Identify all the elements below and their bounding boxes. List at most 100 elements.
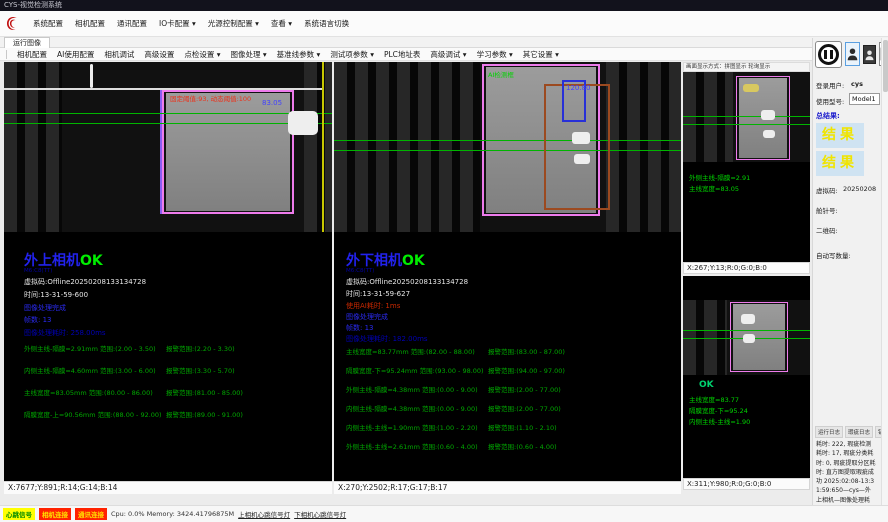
cursor-coords-lower: X:270;Y:2502;R:17;G:17;B:17 [334, 481, 681, 494]
lower-camera-heartbeat-text: 下相机心跳信号灯 [294, 509, 346, 519]
login-user-value[interactable]: cys [851, 80, 863, 88]
bright-chip [743, 84, 759, 92]
frame-count-line: 帧数: 13 [346, 323, 374, 333]
toolbar-item[interactable]: 高级设置 [139, 48, 179, 61]
toolbar-item[interactable]: 相机配置 [12, 48, 52, 61]
scrollbar-thumb[interactable] [883, 40, 888, 92]
cpu-memory-text: Cpu: 0.0% Memory: 3424.41796875M [111, 510, 234, 518]
toolbar-items: 相机配置AI使用配置相机调试高级设置点检设置 ▾图像处理 ▾基准线参数 ▾测试项… [12, 48, 564, 61]
tab-bar: 运行图像 [0, 37, 888, 48]
machine-slats [606, 62, 681, 232]
measurement-row: 外侧主线-主线=2.61mm 范围:(0.60 - 4.00) 报警范围:(0.… [346, 441, 676, 460]
window-title: CYS-视觉检测系统 [4, 1, 62, 9]
measurement-row: 隔膜宽度-上=90.56mm 范围:(88.00 - 92.00) 报警范围:(… [24, 409, 324, 431]
toolbar-item[interactable]: 点检设置 ▾ [179, 48, 225, 61]
process-done-line: 图像处理完成 [24, 303, 66, 313]
baseline-green [683, 116, 810, 117]
menu-bar: 系统配置相机配置通讯配置IO卡配置 ▾光源控制配置 ▾查看 ▾系统语言切换 [0, 11, 888, 37]
menu-items: 系统配置相机配置通讯配置IO卡配置 ▾光源控制配置 ▾查看 ▾系统语言切换 [27, 15, 355, 32]
baseline-green [334, 150, 681, 151]
toolbar-item[interactable]: 其它设置 ▾ [518, 48, 564, 61]
toolbar-item[interactable]: 高级调试 ▾ [425, 48, 471, 61]
measurement-list: 外侧主线-隔膜=2.91mm 范围:(2.00 - 3.50) 报警范围:(2.… [24, 343, 324, 431]
menu-item[interactable]: 查看 ▾ [265, 15, 298, 32]
camera-image-upper[interactable]: 固定阈值:93, 动态阈值:100 83.05 [4, 62, 332, 232]
result-ok-badge: OK [402, 253, 425, 269]
cursor-coords-upper: X:7677;Y:891;R:14;G:14;B:14 [4, 481, 332, 494]
frame-count-line: 帧数: 13 [24, 315, 52, 325]
measurement-list: 主线宽度=83.77mm 范围:(82.00 - 88.00) 报警范围:(83… [346, 346, 676, 460]
measurement-row: 主线宽度=83.05mm 范围:(80.00 - 86.00) 报警范围:(81… [24, 387, 324, 409]
model-select[interactable]: Model1 [849, 93, 880, 105]
menu-item[interactable]: 光源控制配置 ▾ [202, 15, 265, 32]
thumb-image-top[interactable] [683, 72, 810, 162]
person-icon [847, 47, 858, 61]
app-window: CYS-视觉检测系统 系统配置相机配置通讯配置IO卡配置 ▾光源控制配置 ▾查看… [0, 0, 888, 522]
log-tabs: 运行日志瑕疵日志错误日志 [815, 426, 888, 438]
menu-item[interactable]: IO卡配置 ▾ [153, 15, 202, 32]
measurement-row: 内侧主线-主线=1.90mm 范围:(1.00 - 2.20) 报警范围:(1.… [346, 422, 676, 441]
result-display-2: 结果 [816, 151, 864, 176]
time-line: 时间:13-31-59-627 [346, 289, 410, 299]
measurement-alarm: 报警范围:(2.00 - 77.00) [488, 384, 561, 394]
measurement-text: 外侧主线-主线=2.61mm 范围:(0.60 - 4.00) [346, 443, 478, 451]
thumb-ok-badge: OK [699, 380, 714, 390]
virtual-code-line: 虚拟码:Offline20250208133134728 [346, 277, 468, 287]
measurement-row: 隔膜宽度-下=95.24mm 范围:(93.00 - 98.00) 报警范围:(… [346, 365, 676, 384]
toolbar-item[interactable]: AI使用配置 [52, 48, 99, 61]
status-bar: 心跳信号 相机连接 通讯连接 Cpu: 0.0% Memory: 3424.41… [0, 505, 888, 522]
measurement-text: 内侧主线-主线=1.90mm 范围:(1.00 - 2.20) [346, 424, 478, 432]
virtual-code-label: 虚拟码: [816, 185, 838, 195]
measurement-row: 内侧主线-隔膜=4.38mm 范围:(0.00 - 9.00) 报警范围:(2.… [346, 403, 676, 422]
camera-image-lower[interactable]: AI检测框 120.80 [334, 62, 681, 232]
thumb-measure-line: 主线宽度=83.77 [689, 394, 739, 404]
menu-item[interactable]: 系统语言切换 [298, 15, 355, 32]
toolbar-item[interactable]: 测试项参数 ▾ [325, 48, 379, 61]
elapsed-line: 图像处理耗时: 258.00ms [24, 328, 106, 338]
user-login-button[interactable] [845, 42, 860, 66]
baseline-yellow [322, 62, 324, 232]
toolbar-item[interactable]: 学习参数 ▾ [472, 48, 518, 61]
product-region [166, 93, 290, 211]
defect-highlight [741, 314, 755, 324]
thumb-measure-line: 隔膜宽度-下=95.24 [689, 405, 748, 415]
pin-number-label: 舱针号: [816, 205, 838, 215]
measurement-alarm: 报警范围:(94.00 - 97.00) [488, 365, 565, 375]
defect-highlight [574, 154, 590, 164]
operator-button[interactable] [863, 45, 876, 64]
app-logo-icon [4, 15, 21, 32]
virtual-code-line: 虚拟码:Offline20250208133134728 [24, 277, 146, 287]
threshold-overlay-label: 固定阈值:93, 动态阈值:100 [170, 93, 251, 103]
baseline-green [683, 124, 810, 125]
display-mode-header[interactable]: 画面显示方式：拼图显示 轮询显示 [683, 62, 810, 72]
menu-item[interactable]: 通讯配置 [111, 15, 153, 32]
thumb-image-bottom[interactable] [683, 300, 810, 375]
measurement-alarm: 报警范围:(81.00 - 85.00) [166, 387, 243, 397]
toolbar-item[interactable]: 相机调试 [99, 48, 139, 61]
toolbar-item[interactable]: 图像处理 ▾ [226, 48, 272, 61]
pause-button[interactable] [815, 41, 842, 68]
thumb-measure-line: 外侧主线-隔膜=2.91 [689, 172, 750, 182]
camera-result-title: 外下相机OK [346, 250, 425, 270]
thumb-panel-bottom: OK 主线宽度=83.77 隔膜宽度-下=95.24 内侧主线-主线=1.90 [683, 276, 810, 478]
measurement-alarm: 报警范围:(89.00 - 91.00) [166, 409, 243, 419]
ai-box-label: AI检测框 [488, 69, 514, 79]
toolbar-item[interactable]: PLC地址表 [379, 48, 425, 61]
qr-code-label: 二维码: [816, 225, 838, 235]
measurement-text: 主线宽度=83.77mm 范围:(82.00 - 88.00) [346, 348, 475, 356]
tab-run-image[interactable]: 运行图像 [4, 37, 50, 48]
measurement-row: 主线宽度=83.77mm 范围:(82.00 - 88.00) 报警范围:(83… [346, 346, 676, 365]
log-tab[interactable]: 瑕疵日志 [845, 426, 873, 438]
log-text: 耗时: 222, 瑕疵检测耗时: 17, 瑕疵分类耗时: 0, 瑕疵提取分区耗时… [816, 440, 876, 514]
measurement-text: 外侧主线-隔膜=2.91mm 范围:(2.00 - 3.50) [24, 345, 156, 353]
toolbar: 相机配置AI使用配置相机调试高级设置点检设置 ▾图像处理 ▾基准线参数 ▾测试项… [0, 48, 888, 61]
toolbar-item[interactable]: 基准线参数 ▾ [272, 48, 326, 61]
result-display-1: 结果 [816, 123, 864, 148]
cursor-coords-thumb-bottom: X:311;Y:980;R:0;G:0;B:0 [683, 478, 810, 490]
measurement-alarm: 报警范围:(2.00 - 77.00) [488, 403, 561, 413]
menu-item[interactable]: 相机配置 [69, 15, 111, 32]
log-tab[interactable]: 运行日志 [815, 426, 843, 438]
camera-panel-upper: 固定阈值:93, 动态阈值:100 83.05 外上相机OK M6:C8(TT)… [4, 62, 332, 494]
defect-highlight [572, 132, 590, 144]
menu-item[interactable]: 系统配置 [27, 15, 69, 32]
